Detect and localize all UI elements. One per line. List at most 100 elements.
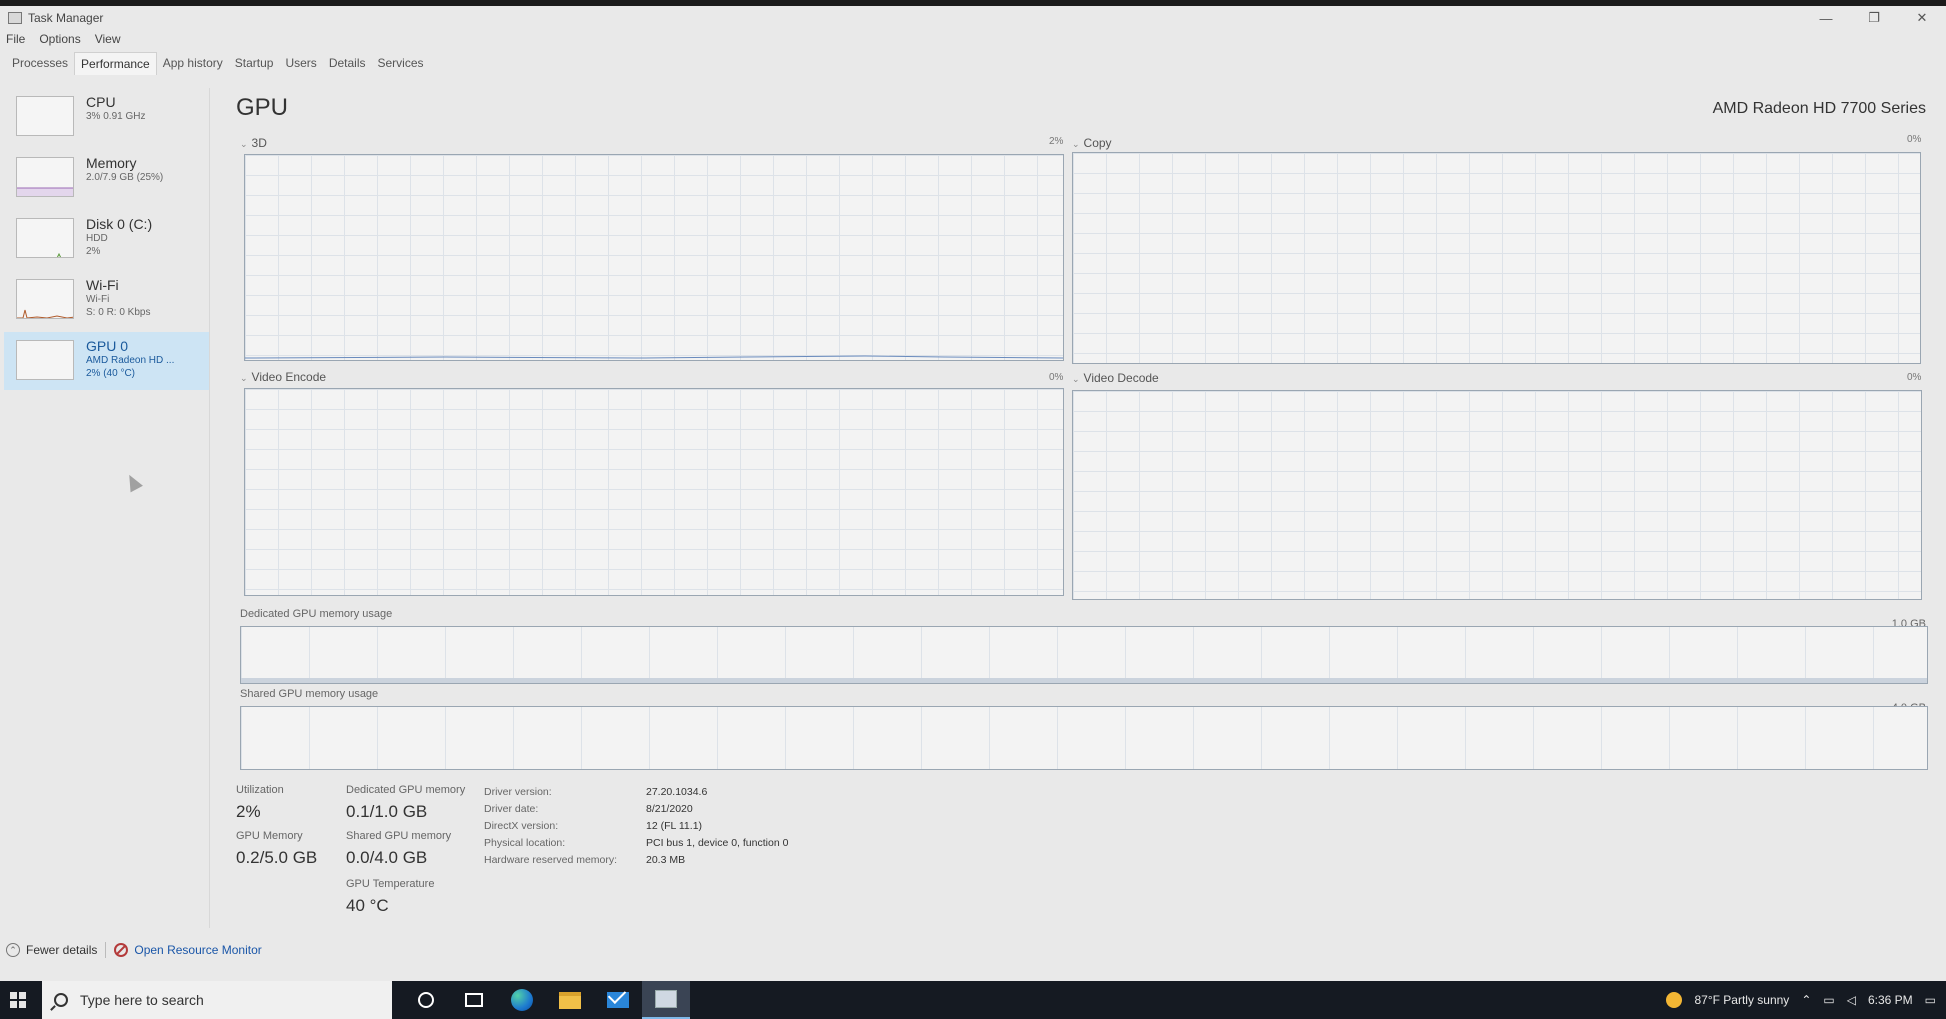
graph-label-copy[interactable]: ⌄ Copy: [1072, 136, 1112, 150]
dedicated-memory-value: 0.1/1.0 GB: [346, 802, 428, 821]
minimize-button[interactable]: —: [1802, 6, 1850, 30]
open-resource-monitor-link[interactable]: Open Resource Monitor: [134, 943, 261, 957]
task-manager-icon: [655, 990, 677, 1008]
tab-details[interactable]: Details: [323, 52, 372, 75]
cpu-thumbnail-graph: [16, 96, 74, 136]
graph-percent-3d: 2%: [1049, 136, 1064, 147]
wifi-thumbnail-graph: [16, 279, 74, 319]
task-view-button[interactable]: [450, 981, 498, 1019]
sidebar-item-title: Wi-Fi: [86, 277, 119, 293]
window-title: Task Manager: [28, 11, 104, 25]
graph-video-encode: [244, 388, 1064, 596]
chevron-down-icon: ⌄: [240, 139, 248, 149]
system-tray: 87°F Partly sunny ⌃ ▭ ◁ 6:36 PM ▭: [1666, 981, 1936, 1019]
tab-startup[interactable]: Startup: [229, 52, 280, 75]
gpu-temperature-value: 40 °C: [346, 896, 389, 915]
cortana-button[interactable]: [402, 981, 450, 1019]
graph-label-video-encode[interactable]: ⌄ Video Encode: [240, 370, 326, 384]
footer-bar: ⌃ Fewer details Open Resource Monitor: [6, 942, 262, 958]
sidebar-item-detail: AMD Radeon HD ...: [86, 355, 175, 366]
task-manager-taskbar-button[interactable]: [642, 981, 690, 1019]
menu-view[interactable]: View: [95, 32, 121, 46]
clock[interactable]: 6:36 PM: [1868, 993, 1913, 1007]
weather-icon[interactable]: [1666, 992, 1683, 1008]
resource-monitor-icon: [114, 943, 129, 957]
taskbar-search-box[interactable]: Type here to search: [42, 981, 392, 1019]
window-controls: — ❐ ✕: [1802, 6, 1946, 30]
shared-memory-graph: [240, 706, 1928, 770]
sidebar-item-title: Disk 0 (C:): [86, 216, 153, 232]
sidebar-item-cpu[interactable]: CPU 3% 0.91 GHz: [4, 88, 209, 146]
hardware-reserved-memory-value: 20.3 MB: [646, 854, 686, 866]
tab-strip: Processes Performance App history Startu…: [6, 52, 430, 75]
sidebar-item-wifi[interactable]: Wi-Fi Wi-Fi S: 0 R: 0 Kbps: [4, 271, 209, 329]
chevron-up-icon[interactable]: ⌃: [1801, 993, 1811, 1007]
graph-label-3d[interactable]: ⌄ 3D: [240, 136, 267, 150]
start-button[interactable]: [0, 981, 36, 1019]
tab-users[interactable]: Users: [279, 52, 322, 75]
sidebar-item-disk[interactable]: Disk 0 (C:) HDD 2%: [4, 210, 209, 268]
notification-icon[interactable]: ▭: [1925, 993, 1936, 1007]
graph-percent-copy: 0%: [1907, 134, 1922, 145]
tab-performance[interactable]: Performance: [74, 52, 157, 75]
sidebar-item-memory[interactable]: Memory 2.0/7.9 GB (25%): [4, 149, 209, 207]
directx-version-value: 12 (FL 11.1): [646, 820, 703, 832]
title-bar: Task Manager — ❐ ✕: [0, 6, 1946, 30]
shared-memory-label: Shared GPU memory: [346, 830, 452, 842]
sidebar-item-title: CPU: [86, 94, 116, 110]
utilization-value: 2%: [236, 802, 261, 821]
weather-text[interactable]: 87°F Partly sunny: [1694, 993, 1789, 1007]
taskbar-pinned-apps: [402, 981, 690, 1019]
chevron-up-icon: ⌃: [6, 943, 20, 957]
gpu-memory-value: 0.2/5.0 GB: [236, 848, 318, 867]
shared-memory-value: 0.0/4.0 GB: [346, 848, 428, 867]
graph-label-video-decode[interactable]: ⌄ Video Decode: [1072, 371, 1159, 385]
performance-sidebar: CPU 3% 0.91 GHz Memory 2.0/7.9 GB (25%) …: [4, 88, 210, 928]
utilization-label: Utilization: [236, 784, 284, 796]
driver-date-label: Driver date:: [484, 803, 539, 815]
driver-version-value: 27.20.1034.6: [646, 786, 708, 798]
fewer-details-button[interactable]: Fewer details: [26, 943, 97, 957]
sidebar-item-detail: HDD: [86, 233, 108, 244]
mail-icon: [607, 992, 629, 1008]
cortana-icon: [418, 992, 434, 1008]
tab-processes[interactable]: Processes: [6, 52, 74, 75]
restore-button[interactable]: ❐: [1850, 6, 1898, 30]
graph-video-decode: [1072, 390, 1922, 600]
sidebar-item-title: Memory: [86, 155, 137, 171]
mail-button[interactable]: [594, 981, 642, 1019]
tab-app-history[interactable]: App history: [157, 52, 229, 75]
divider: [105, 942, 107, 958]
close-button[interactable]: ✕: [1898, 6, 1946, 30]
sidebar-item-gpu[interactable]: GPU 0 AMD Radeon HD ... 2% (40 °C): [4, 332, 209, 390]
task-manager-app-icon: [8, 12, 22, 24]
physical-location-label: Physical location:: [484, 837, 566, 849]
windows-logo-icon: [10, 992, 26, 1008]
file-explorer-button[interactable]: [546, 981, 594, 1019]
chevron-down-icon: ⌄: [1072, 139, 1080, 149]
driver-version-label: Driver version:: [484, 786, 552, 798]
dedicated-memory-graph: [240, 626, 1928, 684]
physical-location-value: PCI bus 1, device 0, function 0: [646, 837, 789, 849]
sidebar-item-detail: Wi-Fi: [86, 294, 110, 305]
edge-button[interactable]: [498, 981, 546, 1019]
gpu-temperature-label: GPU Temperature: [346, 878, 435, 890]
menu-options[interactable]: Options: [39, 32, 80, 46]
graph-3d: [244, 154, 1064, 361]
volume-icon[interactable]: ◁: [1847, 993, 1856, 1007]
tab-services[interactable]: Services: [372, 52, 430, 75]
directx-version-label: DirectX version:: [484, 820, 559, 832]
graph-percent-video-encode: 0%: [1049, 372, 1064, 383]
chevron-down-icon: ⌄: [240, 373, 248, 383]
gpu-memory-label: GPU Memory: [236, 830, 303, 842]
gpu-model-name: AMD Radeon HD 7700 Series: [1712, 100, 1926, 117]
search-placeholder: Type here to search: [80, 992, 204, 1008]
driver-date-value: 8/21/2020: [646, 803, 693, 815]
memory-thumbnail-graph: [16, 157, 74, 197]
battery-icon[interactable]: ▭: [1823, 993, 1834, 1007]
graph-percent-video-decode: 0%: [1907, 372, 1922, 383]
graph-copy: [1072, 152, 1921, 364]
menu-file[interactable]: File: [6, 32, 25, 46]
sidebar-item-title: GPU 0: [86, 338, 129, 354]
sidebar-item-detail: 2%: [86, 246, 101, 257]
